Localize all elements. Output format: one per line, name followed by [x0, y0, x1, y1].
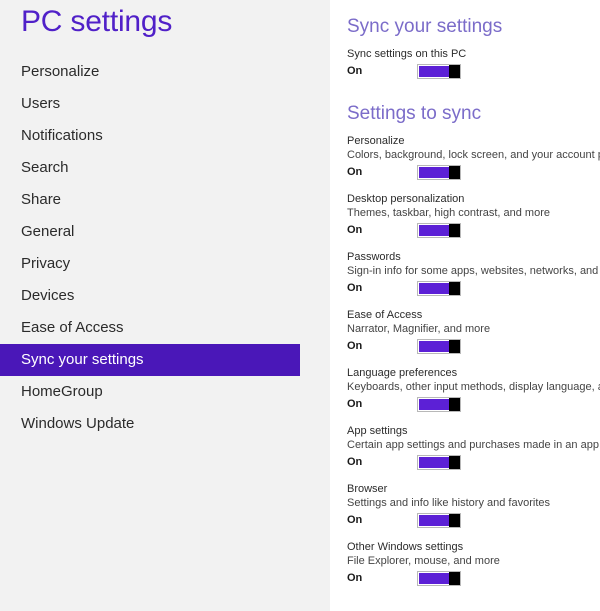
- toggle-state-label: On: [347, 282, 363, 294]
- toggle-thumb[interactable]: [449, 398, 460, 411]
- toggle-thumb[interactable]: [449, 572, 460, 585]
- sidebar-item-privacy[interactable]: Privacy: [0, 248, 330, 280]
- sidebar-item-general[interactable]: General: [0, 216, 330, 248]
- toggle-switch[interactable]: [417, 281, 461, 296]
- setting-name: Desktop personalization: [347, 193, 465, 205]
- setting-name: Browser: [347, 483, 388, 495]
- setting-name: App settings: [347, 425, 408, 437]
- toggle-switch[interactable]: [417, 513, 461, 528]
- navigation-pane: PC settings Personalize Users Notification…: [0, 0, 330, 611]
- sidebar-item-users[interactable]: Users: [0, 88, 330, 120]
- setting-block: Personalize Colors, background, lock scre…: [347, 134, 600, 181]
- toggle-row: On: [347, 280, 598, 297]
- toggle-switch[interactable]: [417, 223, 461, 238]
- section-heading-sync-your-settings: Sync your settings: [347, 16, 503, 37]
- setting-description: File Explorer, mouse, and more: [347, 555, 500, 567]
- setting-block-sync-on-this-pc: Sync settings on this PC On: [347, 47, 598, 80]
- toggle-track: [419, 399, 449, 410]
- toggle-row: On: [347, 338, 598, 355]
- toggle-state-label: On: [347, 65, 363, 77]
- toggle-state-label: On: [347, 166, 363, 178]
- setting-name: Other Windows settings: [347, 541, 464, 553]
- setting-description: Settings and info like history and favor…: [347, 497, 551, 509]
- setting-description: Certain app settings and purchases made …: [347, 439, 599, 451]
- toggle-state-label: On: [347, 224, 363, 236]
- setting-name: Sync settings on this PC: [347, 48, 467, 60]
- content-inner: Sync your settings Sync settings on this…: [330, 16, 600, 611]
- toggle-switch[interactable]: [417, 64, 461, 79]
- sidebar-item-windows-update[interactable]: Windows Update: [0, 408, 330, 440]
- toggle-switch[interactable]: [417, 397, 461, 412]
- toggle-row: On: [347, 396, 598, 413]
- page-title: PC settings: [21, 5, 173, 38]
- toggle-state-label: On: [347, 514, 363, 526]
- toggle-thumb[interactable]: [449, 166, 460, 179]
- setting-description: Colors, background, lock screen, and you…: [347, 149, 600, 161]
- setting-block: App settings Certain app settings and pur…: [347, 424, 599, 471]
- toggle-state-label: On: [347, 398, 363, 410]
- toggle-switch[interactable]: [417, 571, 461, 586]
- toggle-row: On: [347, 63, 598, 80]
- sidebar-item-homegroup[interactable]: HomeGroup: [0, 376, 330, 408]
- setting-description: Sign-in info for some apps, websites, ne…: [347, 265, 600, 277]
- toggle-thumb[interactable]: [449, 65, 460, 78]
- toggle-row: On: [347, 570, 598, 587]
- toggle-thumb[interactable]: [449, 224, 460, 237]
- toggle-track: [419, 573, 449, 584]
- toggle-thumb[interactable]: [449, 340, 460, 353]
- setting-block: Browser Settings and info like history an…: [347, 482, 598, 529]
- toggle-switch[interactable]: [417, 455, 461, 470]
- toggle-row: On: [347, 454, 598, 471]
- toggle-state-label: On: [347, 572, 363, 584]
- setting-name: Language preferences: [347, 367, 458, 379]
- toggle-track: [419, 457, 449, 468]
- sidebar-nav-list: Personalize Users Notifications Search Share…: [0, 56, 330, 440]
- setting-description: Keyboards, other input methods, display …: [347, 381, 600, 393]
- toggle-row: On: [347, 222, 598, 239]
- toggle-thumb[interactable]: [449, 456, 460, 469]
- setting-block: Passwords Sign-in info for some apps, web…: [347, 250, 600, 297]
- setting-block: Ease of Access Narrator, Magnifier, and m…: [347, 308, 598, 355]
- toggle-row: On: [347, 512, 598, 529]
- toggle-thumb[interactable]: [449, 514, 460, 527]
- settings-to-sync-list: Personalize Colors, background, lock scre…: [347, 134, 600, 587]
- setting-name: Passwords: [347, 251, 401, 263]
- setting-name: Ease of Access: [347, 309, 423, 321]
- toggle-state-label: On: [347, 456, 363, 468]
- setting-block: Language preferences Keyboards, other inp…: [347, 366, 600, 413]
- toggle-track: [419, 341, 449, 352]
- toggle-track: [419, 225, 449, 236]
- toggle-row: On: [347, 164, 598, 181]
- toggle-switch[interactable]: [417, 339, 461, 354]
- toggle-track: [419, 283, 449, 294]
- content-pane[interactable]: Sync your settings Sync settings on this…: [330, 0, 600, 611]
- setting-block: Desktop personalization Themes, taskbar, …: [347, 192, 598, 239]
- toggle-track: [419, 515, 449, 526]
- setting-name: Personalize: [347, 135, 405, 147]
- setting-block: Other Windows settings File Explorer, mou…: [347, 540, 598, 587]
- toggle-switch[interactable]: [417, 165, 461, 180]
- sidebar-item-share[interactable]: Share: [0, 184, 330, 216]
- setting-description: Narrator, Magnifier, and more: [347, 323, 491, 335]
- toggle-track: [419, 167, 449, 178]
- sidebar-item-devices[interactable]: Devices: [0, 280, 330, 312]
- toggle-thumb[interactable]: [449, 282, 460, 295]
- sidebar-item-notifications[interactable]: Notifications: [0, 120, 330, 152]
- toggle-state-label: On: [347, 340, 363, 352]
- sidebar-item-ease-of-access[interactable]: Ease of Access: [0, 312, 330, 344]
- sidebar-item-search[interactable]: Search: [0, 152, 330, 184]
- toggle-track: [419, 66, 449, 77]
- sidebar-item-sync-your-settings[interactable]: Sync your settings: [0, 344, 300, 376]
- setting-description: Themes, taskbar, high contrast, and more: [347, 207, 550, 219]
- sidebar-item-personalize[interactable]: Personalize: [0, 56, 330, 88]
- pc-settings-window: PC settings Personalize Users Notification…: [0, 0, 600, 611]
- section-heading-settings-to-sync: Settings to sync: [347, 103, 482, 124]
